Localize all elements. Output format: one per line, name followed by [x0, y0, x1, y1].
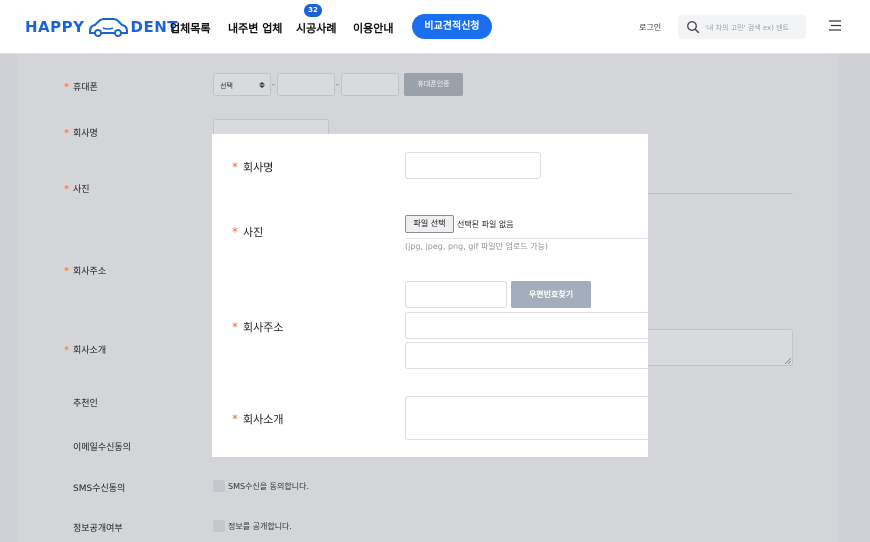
search-box[interactable]: '내 차의 고민' 검색 ex) 덴트 [678, 15, 806, 39]
referrer-label: 추천인 [73, 399, 98, 409]
phone-last-input[interactable] [341, 73, 399, 96]
modal-company-name-label-text: 회사명 [243, 161, 274, 174]
search-placeholder: '내 차의 고민' 검색 ex) 덴트 [705, 24, 789, 32]
required-mark: * [64, 184, 69, 195]
phone-verify-button[interactable]: 휴대폰인증 [404, 73, 463, 96]
cases-count-badge: 32 [304, 4, 322, 17]
nav-item-company-list[interactable]: 업체목록 [170, 20, 210, 36]
modal-intro-label-text: 회사소개 [243, 413, 284, 426]
modal-address-label: * 회사주소 [232, 319, 283, 335]
sms-consent-text: SMS수신을 동의합니다. [228, 482, 310, 491]
photo-label: * 사진 [64, 182, 90, 195]
company-name-input[interactable] [405, 152, 541, 179]
site-header: HAPPY DENT 업체목록 내주변 업체 시공사례 32 이용안내 비교견적… [0, 0, 870, 54]
address-input[interactable] [405, 312, 648, 339]
file-divider [405, 238, 648, 239]
car-logo-icon [88, 18, 128, 37]
phone-separator: - [272, 80, 275, 89]
phone-middle-input[interactable] [277, 73, 335, 96]
required-mark: * [64, 266, 69, 277]
divider [648, 193, 793, 194]
company-info-panel: * 회사명 * 사진 파일 선택 선택된 파일 없음 (jpg, jpeg, png… [212, 134, 648, 457]
intro-label-text: 회사소개 [73, 346, 107, 356]
address-detail-input[interactable] [405, 342, 648, 369]
info-public-text: 정보를 공개합니다. [228, 522, 292, 531]
select-arrows-icon [259, 82, 265, 88]
phone-label: * 휴대폰 [64, 80, 98, 93]
intro-label: * 회사소개 [64, 343, 106, 356]
required-mark: * [232, 160, 238, 174]
phone-separator-2: - [336, 80, 339, 89]
resize-handle-icon[interactable] [785, 358, 791, 364]
sms-consent-checkbox[interactable] [213, 480, 225, 492]
company-intro-textarea[interactable] [405, 396, 648, 440]
nav-item-cases[interactable]: 시공사례 [296, 20, 336, 36]
required-mark: * [232, 412, 238, 426]
nav-item-nearby[interactable]: 내주변 업체 [228, 20, 282, 36]
address-label-text: 회사주소 [73, 267, 107, 277]
sms-consent-label: SMS수신동의 [73, 484, 126, 494]
file-status: 선택된 파일 없음 [457, 220, 514, 229]
required-mark: * [64, 82, 69, 93]
modal-photo-label-text: 사진 [243, 226, 264, 239]
file-hint: (jpg, jpeg, png, gif 파일만 업로드 가능) [405, 242, 549, 251]
menu-icon[interactable] [829, 20, 841, 31]
zipcode-search-button[interactable]: 우편번호찾기 [511, 281, 591, 308]
info-public-label: 정보공개여부 [73, 524, 123, 534]
intro-textarea-bg[interactable] [640, 329, 793, 366]
search-icon[interactable] [686, 20, 700, 34]
modal-address-label-text: 회사주소 [243, 321, 284, 334]
required-mark: * [232, 225, 238, 239]
required-mark: * [64, 128, 69, 139]
info-public-checkbox[interactable] [213, 520, 225, 532]
logo[interactable]: HAPPY DENT [25, 16, 178, 38]
compare-quote-button[interactable]: 비교견적신청 [412, 14, 492, 39]
email-consent-label: 이메일수신동의 [73, 443, 131, 453]
address-label: * 회사주소 [64, 264, 106, 277]
phone-prefix-value: 선택 [220, 82, 233, 90]
phone-label-text: 휴대폰 [73, 83, 98, 93]
modal-photo-label: * 사진 [232, 224, 263, 240]
required-mark: * [232, 320, 238, 334]
photo-label-text: 사진 [73, 185, 90, 195]
company-name-label: * 회사명 [64, 126, 98, 139]
login-link[interactable]: 로그인 [639, 22, 661, 33]
required-mark: * [64, 345, 69, 356]
nav-item-guide[interactable]: 이용안내 [353, 20, 393, 36]
logo-text-left: HAPPY [25, 18, 85, 36]
modal-intro-label: * 회사소개 [232, 411, 283, 427]
file-select-button[interactable]: 파일 선택 [405, 215, 454, 233]
company-name-label-text: 회사명 [73, 129, 98, 139]
zipcode-input[interactable] [405, 281, 507, 308]
modal-company-name-label: * 회사명 [232, 159, 273, 175]
